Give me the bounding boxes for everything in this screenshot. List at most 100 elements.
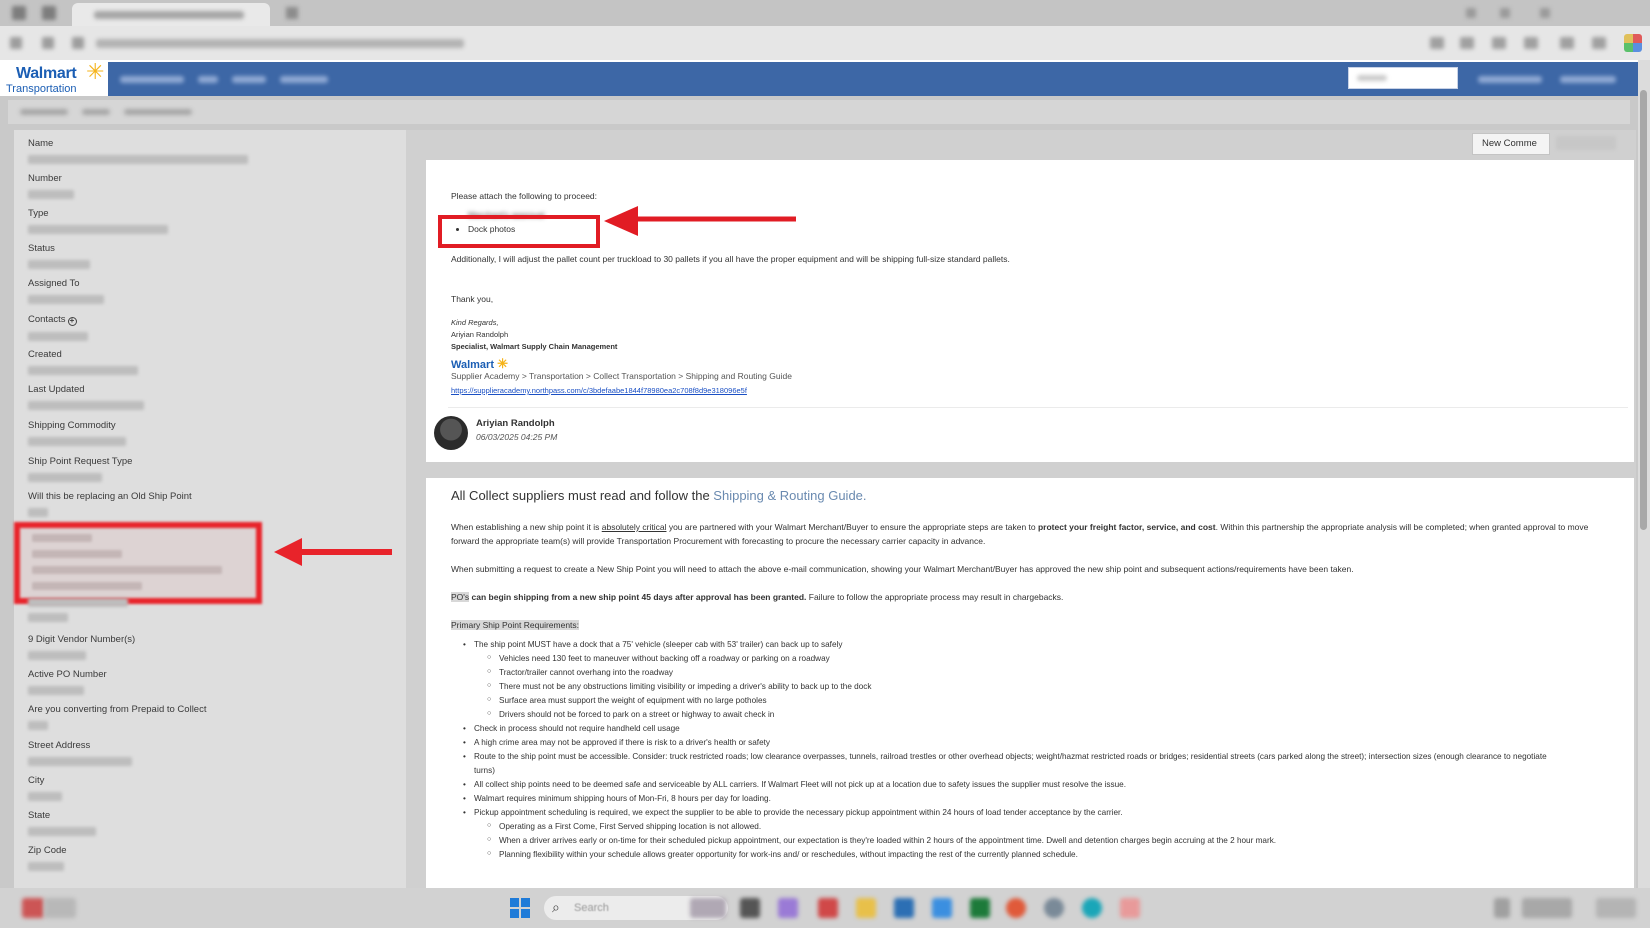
list-item-continued: turns) (474, 766, 495, 775)
downloads-icon[interactable] (1524, 37, 1538, 49)
comments-pane: New Comme Please attach the following to… (406, 130, 1636, 888)
profile-icon[interactable] (1624, 34, 1642, 52)
nav-item[interactable] (280, 76, 328, 83)
secondary-action-button[interactable] (1556, 136, 1616, 150)
nav-item-user[interactable] (1478, 76, 1542, 83)
field-hidden (28, 598, 388, 622)
field-shipping-commodity: Shipping Commodity (28, 420, 388, 446)
list-item: There must not be any obstructions limit… (487, 682, 871, 691)
comment-additional: Additionally, I will adjust the pallet c… (451, 254, 1010, 264)
guide-link[interactable]: https://supplieracademy.northpass.com/c/… (451, 386, 747, 395)
field-city: City (28, 775, 388, 801)
annotation-arrow-left (274, 538, 392, 566)
routing-guide-heading: All Collect suppliers must read and foll… (451, 488, 867, 503)
browser-tab-active[interactable] (72, 3, 270, 26)
extension-icon[interactable] (1430, 37, 1444, 49)
app-icon-blue[interactable] (894, 898, 914, 918)
copilot-icon[interactable] (778, 898, 798, 918)
list-item: The ship point MUST have a dock that a 7… (463, 640, 842, 649)
walmart-logo[interactable]: Walmart ✳ Transportation (4, 59, 108, 96)
home-icon[interactable] (72, 37, 84, 49)
nav-item-logout[interactable] (1560, 76, 1616, 83)
breadcrumb (8, 100, 1630, 124)
nav-item[interactable] (198, 76, 218, 83)
field-last-updated: Last Updated (28, 384, 388, 410)
field-street-address: Street Address (28, 740, 388, 766)
field-assigned-to: Assigned To (28, 278, 388, 304)
tab-actions-icon[interactable] (12, 6, 26, 20)
field-type: Type (28, 208, 388, 234)
app-icon-red[interactable] (818, 898, 838, 918)
new-comment-button[interactable]: New Comme (1472, 133, 1550, 155)
info-paragraph: PO's can begin shipping from a new ship … (451, 592, 1064, 602)
widget-icon[interactable] (690, 898, 726, 918)
chrome-icon[interactable] (1006, 898, 1026, 918)
signature-logo: Walmart ✳ (451, 356, 508, 371)
settings-icon[interactable] (1592, 37, 1606, 49)
edge-icon[interactable] (1082, 898, 1102, 918)
refresh-icon[interactable] (42, 37, 54, 49)
app-header: Walmart ✳ Transportation (0, 60, 1638, 96)
field-created: Created (28, 349, 388, 375)
field-name: Name (28, 138, 388, 164)
snipping-tool-icon[interactable] (1120, 898, 1140, 918)
excel-icon[interactable] (970, 898, 990, 918)
page-scrollbar[interactable] (1638, 60, 1650, 888)
nav-item[interactable] (232, 76, 266, 83)
list-item: Route to the ship point must be accessib… (463, 752, 1547, 761)
list-item: When a driver arrives early or on-time f… (487, 836, 1276, 845)
settings-app-icon[interactable] (1044, 898, 1064, 918)
list-item: A high crime area may not be approved if… (463, 738, 770, 747)
list-item: Tractor/trailer cannot overhang into the… (487, 668, 673, 677)
list-item: Operating as a First Come, First Served … (487, 822, 761, 831)
back-icon[interactable] (10, 37, 22, 49)
breadcrumb-item[interactable] (82, 109, 110, 115)
tray-icon[interactable] (1494, 898, 1510, 918)
new-tab-icon[interactable] (286, 7, 298, 19)
list-item: Vehicles need 130 feet to maneuver witho… (487, 654, 830, 663)
tray-status[interactable] (1522, 898, 1572, 918)
comment-thanks: Thank you, (451, 294, 494, 304)
collections-icon[interactable] (1492, 37, 1506, 49)
avatar (434, 416, 468, 450)
weather-icon[interactable] (22, 898, 44, 918)
url-field[interactable] (96, 39, 464, 48)
requirements-heading: Primary Ship Point Requirements: (451, 620, 580, 630)
comment-intro: Please attach the following to proceed: (451, 191, 598, 201)
maximize-icon[interactable] (1500, 8, 1510, 18)
routing-guide-card: All Collect suppliers must read and foll… (426, 478, 1634, 888)
annotation-arrow-right (604, 206, 796, 236)
minimize-icon[interactable] (1466, 8, 1476, 18)
field-zip-code: Zip Code (28, 845, 388, 871)
menu-icon[interactable] (1560, 37, 1574, 49)
breadcrumb-item (124, 109, 192, 115)
routing-guide-link[interactable]: Shipping & Routing Guide. (713, 488, 866, 503)
list-item: Surface area must support the weight of … (487, 696, 767, 705)
signature-title: Specialist, Walmart Supply Chain Managem… (451, 342, 618, 351)
file-explorer-icon[interactable] (856, 898, 876, 918)
field-contacts: Contacts + (28, 314, 388, 341)
clock[interactable] (1596, 898, 1636, 918)
browser-tab-bar (0, 0, 1650, 26)
nav-item[interactable] (120, 76, 184, 83)
field-prepaid-to-collect: Are you converting from Prepaid to Colle… (28, 704, 388, 730)
task-view-icon[interactable] (740, 898, 760, 918)
search-icon: ⌕ (552, 899, 560, 915)
favorites-icon[interactable] (1460, 37, 1474, 49)
add-contact-icon[interactable]: + (67, 317, 77, 326)
spark-icon: ✳ (497, 356, 508, 371)
breadcrumb-item[interactable] (20, 109, 68, 115)
scrollbar-thumb[interactable] (1640, 90, 1647, 530)
start-icon[interactable] (510, 898, 530, 918)
info-paragraph: When submitting a request to create a Ne… (451, 564, 1354, 574)
outlook-icon[interactable] (932, 898, 952, 918)
close-window-icon[interactable] (1540, 8, 1550, 18)
browser-address-bar (0, 26, 1650, 60)
ticket-details-panel: Name Number Type Status Assigned To Cont… (14, 130, 406, 888)
header-search-input[interactable] (1348, 67, 1458, 89)
weather-text (44, 898, 76, 918)
spark-icon: ✳ (86, 59, 105, 84)
workspaces-icon[interactable] (42, 6, 56, 20)
main-nav (108, 62, 1638, 96)
field-vendor-number: 9 Digit Vendor Number(s) (28, 634, 388, 660)
